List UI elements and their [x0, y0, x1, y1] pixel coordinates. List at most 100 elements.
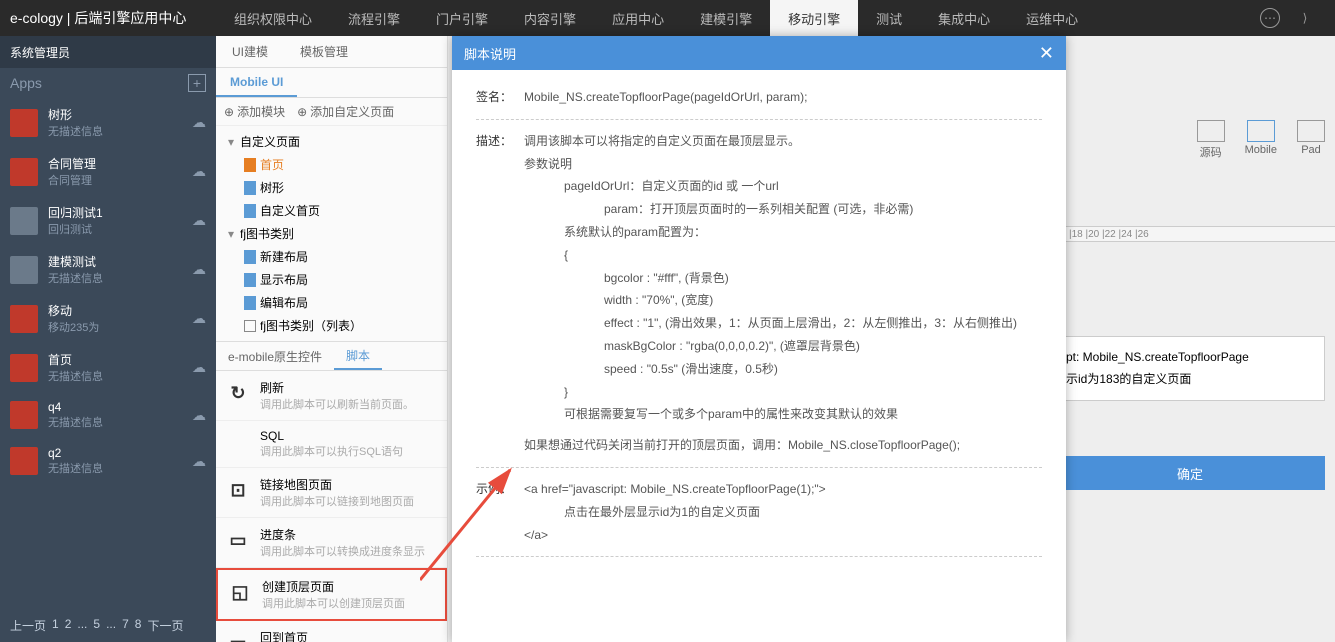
tree-edit-layout[interactable]: 编辑布局 — [216, 291, 447, 314]
top-nav-item[interactable]: 测试 — [858, 0, 920, 36]
app-list: 树形无描述信息 ☁ 合同管理合同管理 ☁ 回归测试1回归测试 ☁ 建模测试无描述… — [0, 98, 216, 609]
expand-icon[interactable]: ⟩ — [1295, 8, 1315, 28]
script-text: 创建顶层页面调用此脚本可以创建顶层页面 — [262, 578, 437, 611]
app-info: 建模测试无描述信息 — [48, 253, 182, 286]
app-item[interactable]: 移动移动235为 ☁ — [0, 294, 216, 343]
tree: 自定义页面 首页 树形 自定义首页 fj图书类别 新建布局 显示布局 编辑布局 … — [216, 126, 447, 341]
script-text: 刷新调用此脚本可以刷新当前页面。 — [260, 379, 439, 412]
tree-tree[interactable]: 树形 — [216, 176, 447, 199]
script-text: SQL调用此脚本可以执行SQL语句 — [260, 429, 439, 459]
code-snippet: pt: Mobile_NS.createTopfloorPage 示id为183… — [1055, 336, 1325, 401]
page-link[interactable]: 8 — [135, 617, 142, 634]
app-info: 树形无描述信息 — [48, 106, 182, 139]
top-nav-item[interactable]: 组织权限中心 — [216, 0, 330, 36]
toolbar-item[interactable]: Mobile — [1245, 120, 1277, 160]
tree-book-list[interactable]: fj图书类别（列表） — [216, 314, 447, 337]
toolbar-item[interactable]: Pad — [1297, 120, 1325, 160]
script-item[interactable]: ⊡ 链接地图页面调用此脚本可以链接到地图页面 — [216, 468, 447, 518]
cloud-icon: ☁ — [192, 310, 206, 327]
right-toolbar: 源码 Mobile Pad — [1197, 120, 1325, 160]
tree-show-layout[interactable]: 显示布局 — [216, 268, 447, 291]
sub-tabs: UI建模模板管理 — [216, 36, 447, 68]
script-tab[interactable]: 脚本 — [334, 342, 382, 370]
doc-icon — [244, 296, 256, 310]
page-link[interactable]: ... — [77, 617, 87, 634]
apps-header: Apps + — [0, 68, 216, 98]
example-content: <a href="javascript: Mobile_NS.createTop… — [524, 478, 1042, 546]
add-module-button[interactable]: ⊕ 添加模块 — [224, 103, 285, 120]
ruler: |18 |20 |22 |24 |26 — [1065, 226, 1335, 242]
doc-icon — [244, 204, 256, 218]
options-icon[interactable]: ⋯ — [1260, 8, 1280, 28]
apps-header-label: Apps — [10, 75, 42, 91]
app-info: 回归测试1回归测试 — [48, 204, 182, 237]
script-item[interactable]: ◱ 创建顶层页面调用此脚本可以创建顶层页面 — [216, 568, 447, 621]
top-nav-item[interactable]: 移动引擎 — [770, 0, 858, 36]
pagination: 上一页 12... 5... 78 下一页 — [0, 609, 216, 642]
add-app-button[interactable]: + — [188, 74, 206, 92]
tree-home[interactable]: 首页 — [216, 153, 447, 176]
app-info: 合同管理合同管理 — [48, 155, 182, 188]
toolbar-item[interactable]: 源码 — [1197, 120, 1225, 160]
tree-new-layout[interactable]: 新建布局 — [216, 245, 447, 268]
code-line: pt: Mobile_NS.createTopfloorPage — [1066, 347, 1314, 369]
script-item[interactable]: ▭ 进度条调用此脚本可以转换成进度条显示 — [216, 518, 447, 568]
top-nav-item[interactable]: 应用中心 — [594, 0, 682, 36]
script-icon: ◱ — [226, 578, 254, 606]
tree-custom-pages[interactable]: 自定义页面 — [216, 130, 447, 153]
page-link[interactable]: 7 — [122, 617, 129, 634]
script-list: ↻ 刷新调用此脚本可以刷新当前页面。 SQL调用此脚本可以执行SQL语句 ⊡ 链接… — [216, 371, 447, 642]
script-icon: ↻ — [224, 379, 252, 407]
page-link[interactable]: 下一页 — [147, 617, 183, 634]
device-icon — [1297, 120, 1325, 142]
script-item[interactable]: ↻ 刷新调用此脚本可以刷新当前页面。 — [216, 371, 447, 421]
top-nav-item[interactable]: 建模引擎 — [682, 0, 770, 36]
app-item[interactable]: 首页无描述信息 ☁ — [0, 343, 216, 392]
app-item[interactable]: 合同管理合同管理 ☁ — [0, 147, 216, 196]
script-icon: ▭ — [224, 526, 252, 554]
home-star-icon — [244, 158, 256, 172]
page-link[interactable]: 上一页 — [10, 617, 46, 634]
script-icon — [224, 429, 252, 457]
app-item[interactable]: 回归测试1回归测试 ☁ — [0, 196, 216, 245]
add-custom-page-button[interactable]: ⊕ 添加自定义页面 — [297, 103, 394, 120]
add-actions: ⊕ 添加模块 ⊕ 添加自定义页面 — [216, 98, 447, 126]
doc-icon — [244, 181, 256, 195]
close-icon[interactable]: ✕ — [1039, 43, 1054, 64]
script-item[interactable]: SQL调用此脚本可以执行SQL语句 — [216, 421, 447, 468]
tree-book-category[interactable]: fj图书类别 — [216, 222, 447, 245]
top-nav-item[interactable]: 门户引擎 — [418, 0, 506, 36]
cloud-icon: ☁ — [192, 212, 206, 229]
page-link[interactable]: 5 — [93, 617, 100, 634]
top-header: e-cology | 后端引擎应用中心 组织权限中心流程引擎门户引擎内容引擎应用… — [0, 0, 1335, 36]
app-item[interactable]: q4无描述信息 ☁ — [0, 392, 216, 438]
page-link[interactable]: 2 — [65, 617, 72, 634]
app-thumb — [10, 109, 38, 137]
top-nav-item[interactable]: 运维中心 — [1008, 0, 1096, 36]
confirm-button[interactable]: 确定 — [1055, 456, 1325, 490]
code-line: 示id为183的自定义页面 — [1066, 369, 1314, 391]
page-link[interactable]: 1 — [52, 617, 59, 634]
top-nav-item[interactable]: 流程引擎 — [330, 0, 418, 36]
app-item[interactable]: q2无描述信息 ☁ — [0, 438, 216, 484]
top-nav-item[interactable]: 内容引擎 — [506, 0, 594, 36]
grid-icon — [244, 320, 256, 332]
top-nav: 组织权限中心流程引擎门户引擎内容引擎应用中心建模引擎移动引擎测试集成中心运维中心 — [216, 0, 1260, 36]
cloud-icon: ☁ — [192, 261, 206, 278]
page-link[interactable]: ... — [106, 617, 116, 634]
top-nav-item[interactable]: 集成中心 — [920, 0, 1008, 36]
tree-custom-home[interactable]: 自定义首页 — [216, 199, 447, 222]
script-item[interactable]: ▭ 回到首页调用此脚本可以回到首页。 — [216, 621, 447, 642]
app-info: q2无描述信息 — [48, 446, 182, 476]
cloud-icon: ☁ — [192, 114, 206, 131]
modal-body: 签名： Mobile_NS.createTopfloorPage(pageIdO… — [452, 70, 1066, 642]
sub-tab[interactable]: 模板管理 — [284, 36, 364, 67]
modal-script-description: 脚本说明 ✕ 签名： Mobile_NS.createTopfloorPage(… — [452, 36, 1066, 642]
app-info: 移动移动235为 — [48, 302, 182, 335]
sub-tab[interactable]: UI建模 — [216, 36, 284, 67]
signature-label: 签名： — [476, 86, 524, 109]
script-tab[interactable]: e-mobile原生控件 — [216, 342, 334, 370]
app-item[interactable]: 树形无描述信息 ☁ — [0, 98, 216, 147]
app-item[interactable]: 建模测试无描述信息 ☁ — [0, 245, 216, 294]
tab-mobile-ui[interactable]: Mobile UI — [216, 68, 297, 97]
